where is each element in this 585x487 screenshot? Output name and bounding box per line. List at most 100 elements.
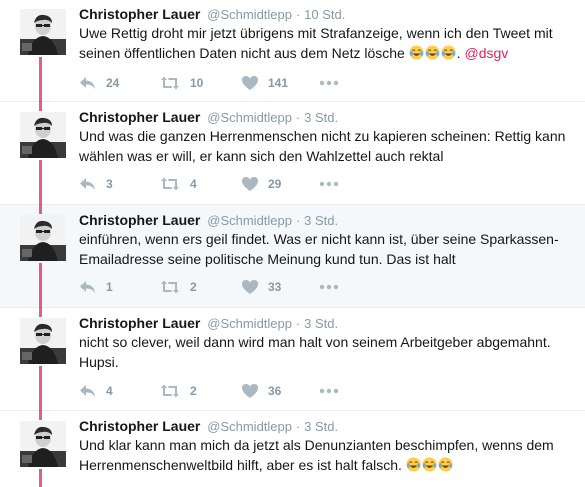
- tweet-text-line: seinen öffentlichen Daten nicht aus dem …: [79, 45, 405, 61]
- tweet-header: Christopher Lauer @Schmidtlepp · 3 Std.: [79, 417, 338, 436]
- more-button[interactable]: [319, 175, 348, 193]
- heart-icon: [241, 176, 259, 192]
- reply-button[interactable]: 3: [79, 175, 113, 193]
- reply-icon: [79, 383, 97, 399]
- more-button[interactable]: [319, 74, 348, 92]
- reply-count: 4: [106, 384, 113, 398]
- tweet-text-line: nicht so clever, weil dann wird man halt…: [79, 334, 551, 350]
- tweet-actions: 3 4 29: [79, 175, 339, 193]
- mention-link[interactable]: @dsgv: [465, 45, 509, 61]
- thread-connector-line: [39, 160, 42, 205]
- tweet-header: Christopher Lauer @Schmidtlepp · 3 Std.: [79, 108, 338, 127]
- tweet-timestamp[interactable]: 10 Std.: [304, 7, 345, 22]
- tears-of-joy-emoji: [422, 457, 437, 472]
- like-button[interactable]: 33: [241, 278, 281, 296]
- author-handle[interactable]: @Schmidtlepp: [207, 419, 292, 434]
- tweet-text-line-with-emoji: Herrenmenschenweltbild hilft, aber es is…: [79, 455, 571, 475]
- reply-icon: [79, 279, 97, 295]
- reply-icon: [79, 176, 97, 192]
- retweet-button[interactable]: 4: [159, 175, 197, 193]
- more-button[interactable]: [319, 382, 348, 400]
- tweet-actions: 4 2 36: [79, 382, 339, 400]
- separator-dot: ·: [295, 419, 301, 434]
- reply-button[interactable]: 24: [79, 74, 119, 92]
- more-icon: [319, 80, 339, 86]
- tears-of-joy-emoji: [441, 45, 456, 60]
- tweet[interactable]: Christopher Lauer @Schmidtlepp · 3 Std. …: [0, 102, 585, 205]
- reply-button[interactable]: 4: [79, 382, 113, 400]
- like-count: 36: [268, 384, 282, 398]
- tweet-timestamp[interactable]: 3 Std.: [304, 419, 338, 434]
- avatar[interactable]: [20, 112, 66, 158]
- avatar[interactable]: [20, 421, 66, 467]
- tweet-text-line: Herrenmenschenweltbild hilft, aber es is…: [79, 457, 402, 473]
- author-handle[interactable]: @Schmidtlepp: [207, 110, 292, 125]
- author-handle[interactable]: @Schmidtlepp: [207, 7, 292, 22]
- thread-connector-line: [39, 366, 42, 411]
- more-button[interactable]: [319, 278, 348, 296]
- retweet-button[interactable]: 10: [159, 74, 203, 92]
- retweet-icon: [159, 383, 181, 399]
- more-icon: [319, 181, 339, 187]
- thread-connector-line: [39, 57, 42, 102]
- author-name[interactable]: Christopher Lauer: [79, 109, 200, 125]
- separator-dot: ·: [295, 7, 301, 22]
- like-count: 33: [268, 280, 282, 294]
- author-name[interactable]: Christopher Lauer: [79, 212, 200, 228]
- tweet[interactable]: Christopher Lauer @Schmidtlepp · 3 Std. …: [0, 411, 585, 487]
- reply-count: 1: [106, 280, 113, 294]
- retweet-icon: [159, 176, 181, 192]
- tweet[interactable]: Christopher Lauer @Schmidtlepp · 10 Std.…: [0, 0, 585, 102]
- tweet-text: Und klar kann man mich da jetzt als Denu…: [79, 435, 571, 475]
- like-button[interactable]: 36: [241, 382, 281, 400]
- thread-connector-line: [39, 263, 42, 308]
- retweet-count: 2: [190, 280, 197, 294]
- avatar[interactable]: [20, 318, 66, 364]
- thread-connector-line: [39, 205, 42, 214]
- tweet-thread: Christopher Lauer @Schmidtlepp · 10 Std.…: [0, 0, 585, 487]
- like-button[interactable]: 29: [241, 175, 281, 193]
- tweet-text-line: Und was die ganzen Herrenmenschen nicht …: [79, 128, 566, 144]
- separator-dot: ·: [295, 110, 301, 125]
- like-button[interactable]: 141: [241, 74, 288, 92]
- author-handle[interactable]: @Schmidtlepp: [207, 316, 292, 331]
- thread-connector-line: [39, 411, 42, 420]
- retweet-icon: [159, 279, 181, 295]
- tweet-actions: 1 2 33: [79, 278, 339, 296]
- tweet-text: einführen, wenn ers geil findet. Was er …: [79, 229, 571, 269]
- tweet-text: Und was die ganzen Herrenmenschen nicht …: [79, 126, 571, 166]
- thread-connector-line: [39, 308, 42, 317]
- retweet-button[interactable]: 2: [159, 278, 197, 296]
- author-name[interactable]: Christopher Lauer: [79, 6, 200, 22]
- tweet-timestamp[interactable]: 3 Std.: [304, 110, 338, 125]
- tweet-header: Christopher Lauer @Schmidtlepp · 3 Std.: [79, 211, 338, 230]
- separator-dot: ·: [295, 316, 301, 331]
- author-name[interactable]: Christopher Lauer: [79, 315, 200, 331]
- author-name[interactable]: Christopher Lauer: [79, 418, 200, 434]
- tweet-text-line: wählen was er will, er kann sich den Wah…: [79, 148, 444, 164]
- tweet[interactable]: Christopher Lauer @Schmidtlepp · 3 Std. …: [0, 205, 585, 308]
- reply-button[interactable]: 1: [79, 278, 113, 296]
- more-icon: [319, 388, 339, 394]
- avatar[interactable]: [20, 215, 66, 261]
- tweet-text: Uwe Rettig droht mir jetzt übrigens mit …: [79, 23, 571, 63]
- avatar[interactable]: [20, 9, 66, 55]
- retweet-button[interactable]: 2: [159, 382, 197, 400]
- tears-of-joy-emoji: [438, 457, 453, 472]
- tweet-timestamp[interactable]: 3 Std.: [304, 213, 338, 228]
- like-count: 141: [268, 76, 289, 90]
- mention-separator: .: [456, 45, 465, 61]
- author-handle[interactable]: @Schmidtlepp: [207, 213, 292, 228]
- tweet-text-line-with-emoji: seinen öffentlichen Daten nicht aus dem …: [79, 43, 571, 63]
- tweet-text: nicht so clever, weil dann wird man halt…: [79, 332, 571, 372]
- more-icon: [319, 284, 339, 290]
- heart-icon: [241, 383, 259, 399]
- tweet-text-line: Hupsi.: [79, 354, 119, 370]
- tweet[interactable]: Christopher Lauer @Schmidtlepp · 3 Std. …: [0, 308, 585, 411]
- tweet-text-line: Uwe Rettig droht mir jetzt übrigens mit …: [79, 25, 553, 41]
- tears-of-joy-emoji: [406, 457, 421, 472]
- tweet-header: Christopher Lauer @Schmidtlepp · 10 Std.: [79, 5, 345, 24]
- tweet-timestamp[interactable]: 3 Std.: [304, 316, 338, 331]
- retweet-count: 2: [190, 384, 197, 398]
- reply-count: 3: [106, 177, 113, 191]
